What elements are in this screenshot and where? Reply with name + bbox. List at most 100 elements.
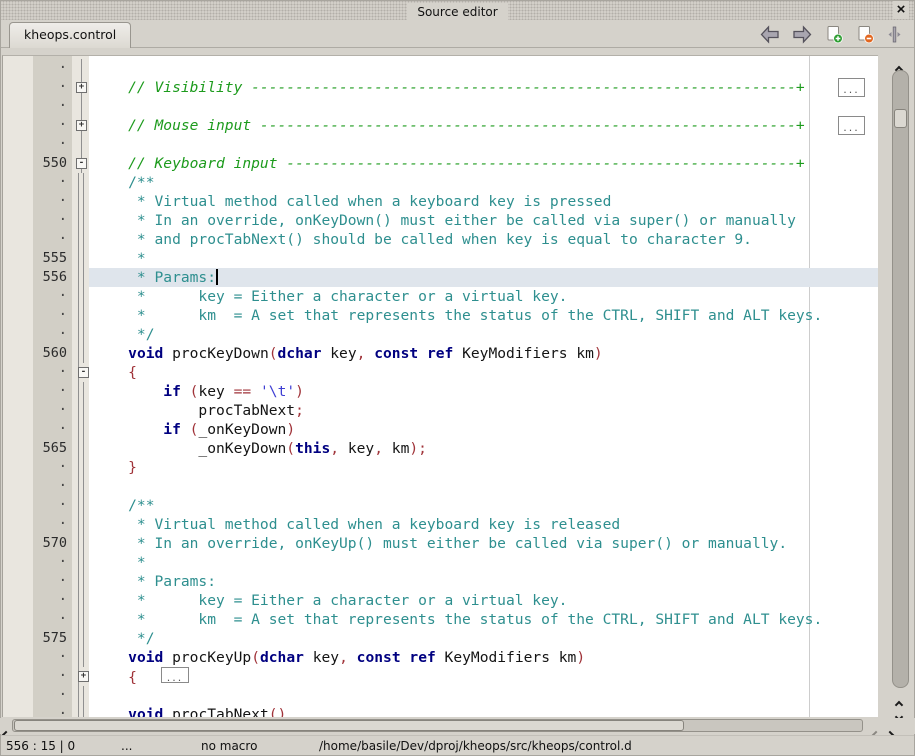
folded-code-ellipsis[interactable]: ... bbox=[838, 78, 865, 97]
go-forward-button[interactable] bbox=[792, 25, 813, 45]
code-line[interactable]: * key = Either a character or a virtual … bbox=[89, 591, 878, 610]
code-token: procTabNext bbox=[93, 402, 295, 419]
fold-expand-icon[interactable]: + bbox=[76, 120, 87, 131]
line-number: · bbox=[33, 667, 72, 686]
line-number: · bbox=[33, 78, 72, 97]
code-line[interactable] bbox=[89, 97, 878, 116]
code-line[interactable]: void procKeyDown(dchar key, const ref Ke… bbox=[89, 344, 878, 363]
code-line[interactable]: * In an override, onKeyDown() must eithe… bbox=[89, 211, 878, 230]
line-number: · bbox=[33, 458, 72, 477]
split-view-button[interactable] bbox=[887, 25, 902, 45]
fold-guide bbox=[72, 477, 89, 496]
code-line[interactable]: * Params: bbox=[89, 268, 878, 287]
fold-collapse-icon[interactable]: - bbox=[76, 158, 87, 169]
fold-marker[interactable]: - bbox=[72, 154, 89, 173]
code-token bbox=[93, 706, 128, 717]
code-line[interactable]: * km = A set that represents the status … bbox=[89, 610, 878, 629]
fold-marker[interactable]: + bbox=[72, 116, 89, 135]
code-line[interactable]: * Params: bbox=[89, 572, 878, 591]
remove-document-icon bbox=[856, 32, 875, 47]
code-line[interactable]: * bbox=[89, 553, 878, 572]
fold-guide bbox=[72, 344, 89, 363]
code-line[interactable]: void procKeyUp(dchar key, const ref KeyM… bbox=[89, 648, 878, 667]
window-titlebar[interactable]: Source editor × bbox=[1, 1, 914, 20]
code-line[interactable]: procTabNext; bbox=[89, 401, 878, 420]
code-line[interactable] bbox=[89, 59, 878, 78]
code-line[interactable]: * and procTabNext() should be called whe… bbox=[89, 230, 878, 249]
folded-code-ellipsis[interactable]: ... bbox=[161, 667, 189, 683]
code-line[interactable]: * bbox=[89, 249, 878, 268]
fold-guide bbox=[72, 610, 89, 629]
line-number: · bbox=[33, 192, 72, 211]
tab-kheops-control[interactable]: kheops.control bbox=[9, 22, 131, 48]
fold-expand-icon[interactable]: + bbox=[76, 82, 87, 93]
vertical-scrollbar-track[interactable] bbox=[892, 70, 909, 688]
code-token: procTabNext bbox=[163, 706, 268, 717]
source-editor-window: { "window": { "title": "Source editor", … bbox=[0, 0, 915, 756]
code-line[interactable]: * km = A set that represents the status … bbox=[89, 306, 878, 325]
code-line[interactable]: /** bbox=[89, 496, 878, 515]
code-line[interactable] bbox=[89, 135, 878, 154]
horizontal-scrollbar-thumb[interactable] bbox=[14, 720, 684, 731]
code-line[interactable]: * In an override, onKeyUp() must either … bbox=[89, 534, 878, 553]
code-token bbox=[348, 649, 357, 666]
code-line[interactable]: void procTabNext() bbox=[89, 705, 878, 717]
remove-document-button[interactable] bbox=[856, 25, 875, 45]
code-token: , bbox=[330, 440, 339, 457]
code-token: '\t' bbox=[260, 383, 295, 400]
code-token: () bbox=[269, 706, 287, 717]
code-token: /** bbox=[93, 174, 155, 191]
vertical-scrollbar-thumb[interactable] bbox=[894, 109, 907, 128]
code-line[interactable]: */ bbox=[89, 629, 878, 648]
code-line[interactable]: { bbox=[89, 363, 878, 382]
code-line[interactable]: if (_onKeyDown) bbox=[89, 420, 878, 439]
code-line[interactable]: _onKeyDown(this, key, km); bbox=[89, 439, 878, 458]
code-line[interactable]: * Virtual method called when a keyboard … bbox=[89, 192, 878, 211]
line-number: · bbox=[33, 173, 72, 192]
code-line[interactable] bbox=[89, 477, 878, 496]
modified-indicator: ... bbox=[121, 738, 132, 755]
code-editor[interactable]: ·····550····555556···560····565····570··… bbox=[2, 55, 878, 717]
code-token: key bbox=[198, 383, 233, 400]
code-token: * key = Either a character or a virtual … bbox=[93, 592, 567, 609]
horizontal-scrollbar-track[interactable] bbox=[12, 719, 863, 732]
folded-code-ellipsis[interactable]: ... bbox=[838, 116, 865, 135]
horizontal-scrollbar[interactable] bbox=[0, 718, 915, 734]
code-line[interactable]: * Virtual method called when a keyboard … bbox=[89, 515, 878, 534]
fold-marker[interactable]: + bbox=[72, 78, 89, 97]
code-token: void bbox=[128, 706, 163, 717]
code-token bbox=[93, 364, 128, 381]
line-number: 555 bbox=[33, 249, 72, 268]
fold-guide bbox=[72, 591, 89, 610]
code-line[interactable]: // Mouse input -------------------------… bbox=[89, 116, 878, 135]
line-number: · bbox=[33, 211, 72, 230]
go-back-button[interactable] bbox=[759, 25, 780, 45]
line-number: · bbox=[33, 705, 72, 717]
code-token: * km = A set that represents the status … bbox=[93, 611, 822, 628]
code-line[interactable]: // Keyboard input ----------------------… bbox=[89, 154, 878, 173]
code-line[interactable]: * key = Either a character or a virtual … bbox=[89, 287, 878, 306]
new-document-button[interactable] bbox=[825, 25, 844, 45]
code-line[interactable] bbox=[89, 686, 878, 705]
close-icon[interactable]: × bbox=[893, 1, 909, 19]
line-number: 570 bbox=[33, 534, 72, 553]
fold-collapse-icon[interactable]: - bbox=[78, 367, 89, 378]
split-view-icon bbox=[887, 32, 902, 47]
code-token: const bbox=[357, 649, 401, 666]
code-line[interactable]: } bbox=[89, 458, 878, 477]
fold-guide bbox=[72, 382, 89, 401]
fold-marker[interactable]: + bbox=[72, 667, 89, 686]
fold-expand-icon[interactable]: + bbox=[78, 671, 89, 682]
line-number: · bbox=[33, 287, 72, 306]
fold-marker[interactable]: - bbox=[72, 363, 89, 382]
fold-guide bbox=[72, 59, 89, 78]
line-number: · bbox=[33, 306, 72, 325]
code-line[interactable]: // Visibility --------------------------… bbox=[89, 78, 878, 97]
code-line[interactable]: /** bbox=[89, 173, 878, 192]
vertical-scrollbar[interactable] bbox=[890, 55, 911, 717]
code-token bbox=[93, 421, 163, 438]
code-line[interactable]: if (key == '\t') bbox=[89, 382, 878, 401]
code-line[interactable]: */ bbox=[89, 325, 878, 344]
code-line[interactable]: {... bbox=[89, 667, 878, 686]
fold-guide bbox=[72, 211, 89, 230]
